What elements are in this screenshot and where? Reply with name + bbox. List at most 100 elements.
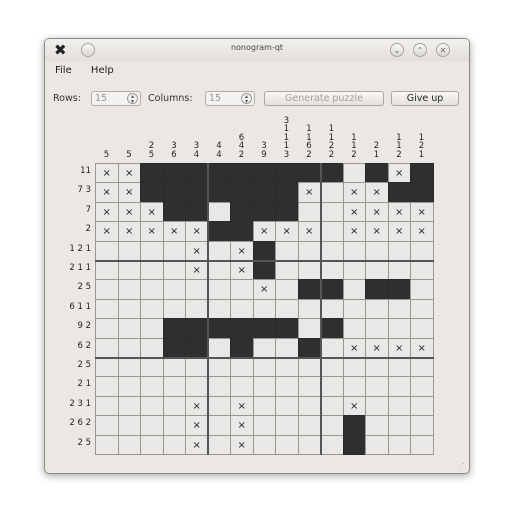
grid-cell[interactable]	[320, 182, 344, 203]
grid-cell[interactable]	[365, 376, 389, 397]
grid-cell[interactable]	[207, 395, 231, 417]
grid-cell[interactable]	[162, 201, 186, 223]
grid-cell[interactable]	[252, 318, 276, 339]
grid-cell[interactable]	[230, 318, 254, 339]
grid-cell[interactable]	[207, 221, 231, 242]
grid-cell[interactable]	[117, 376, 141, 397]
grid-cell[interactable]	[342, 434, 366, 455]
grid-cell[interactable]	[162, 298, 186, 320]
grid-cell[interactable]	[140, 318, 164, 339]
grid-cell[interactable]	[95, 337, 119, 358]
grid-cell[interactable]	[410, 240, 434, 261]
grid-cell[interactable]	[252, 357, 276, 378]
grid-cell[interactable]: ×	[185, 395, 209, 417]
grid-cell[interactable]	[320, 337, 344, 358]
grid-cell[interactable]	[252, 201, 276, 223]
grid-cell[interactable]	[95, 376, 119, 397]
close-button[interactable]: ✕	[436, 43, 450, 57]
grid-cell[interactable]	[162, 279, 186, 300]
grid-cell[interactable]	[320, 395, 344, 417]
spin-arrows-icon[interactable]: ▴ ▾	[127, 93, 138, 105]
grid-cell[interactable]	[252, 182, 276, 203]
grid-cell[interactable]	[297, 357, 321, 378]
grid-cell[interactable]	[410, 357, 434, 378]
title-bar[interactable]: ✖ nonogram-qt ⌄ ⌃ ✕	[45, 39, 469, 61]
minimize-button[interactable]: ⌄	[390, 43, 404, 57]
grid-cell[interactable]: ×	[297, 221, 321, 242]
grid-cell[interactable]	[117, 395, 141, 417]
grid-cell[interactable]	[140, 395, 164, 417]
grid-cell[interactable]	[410, 163, 434, 184]
grid-cell[interactable]	[387, 434, 411, 455]
grid-cell[interactable]	[95, 318, 119, 339]
grid-cell[interactable]	[320, 318, 344, 339]
grid-cell[interactable]	[162, 395, 186, 417]
grid-cell[interactable]	[185, 279, 209, 300]
grid-cell[interactable]	[275, 182, 299, 203]
grid-cell[interactable]	[95, 260, 119, 281]
grid-cell[interactable]	[275, 415, 299, 436]
grid-cell[interactable]	[230, 298, 254, 320]
grid-cell[interactable]	[95, 298, 119, 320]
grid-cell[interactable]: ×	[387, 221, 411, 242]
grid-cell[interactable]	[185, 298, 209, 320]
grid-cell[interactable]	[410, 415, 434, 436]
grid-cell[interactable]: ×	[230, 434, 254, 455]
grid-cell[interactable]	[162, 318, 186, 339]
grid-cell[interactable]: ×	[410, 221, 434, 242]
grid-cell[interactable]	[230, 357, 254, 378]
grid-cell[interactable]: ×	[342, 201, 366, 223]
grid-cell[interactable]	[140, 240, 164, 261]
grid-cell[interactable]: ×	[365, 182, 389, 203]
grid-cell[interactable]	[342, 260, 366, 281]
grid-cell[interactable]	[117, 415, 141, 436]
grid-cell[interactable]: ×	[342, 337, 366, 358]
grid-cell[interactable]	[365, 260, 389, 281]
grid-cell[interactable]	[387, 376, 411, 397]
grid-cell[interactable]: ×	[117, 182, 141, 203]
grid-cell[interactable]	[320, 298, 344, 320]
grid-cell[interactable]	[387, 415, 411, 436]
generate-puzzle-button[interactable]: Generate puzzle	[264, 91, 384, 106]
grid-cell[interactable]: ×	[410, 201, 434, 223]
grid-cell[interactable]	[320, 415, 344, 436]
grid-cell[interactable]: ×	[410, 337, 434, 358]
grid-cell[interactable]: ×	[365, 201, 389, 223]
grid-cell[interactable]	[140, 279, 164, 300]
grid-cell[interactable]	[275, 376, 299, 397]
rows-spinbox[interactable]: 15 ▴ ▾	[91, 91, 141, 106]
grid-cell[interactable]	[140, 298, 164, 320]
grid-cell[interactable]	[140, 357, 164, 378]
grid-cell[interactable]	[207, 298, 231, 320]
grid-cell[interactable]: ×	[387, 337, 411, 358]
grid-cell[interactable]	[387, 357, 411, 378]
grid-cell[interactable]: ×	[342, 182, 366, 203]
grid-cell[interactable]	[162, 434, 186, 455]
grid-cell[interactable]	[207, 240, 231, 261]
grid-cell[interactable]	[275, 163, 299, 184]
grid-cell[interactable]	[252, 395, 276, 417]
grid-cell[interactable]	[387, 240, 411, 261]
grid-cell[interactable]: ×	[95, 201, 119, 223]
give-up-button[interactable]: Give up	[391, 91, 459, 106]
grid-cell[interactable]	[275, 298, 299, 320]
grid-cell[interactable]	[140, 182, 164, 203]
grid-cell[interactable]	[387, 395, 411, 417]
grid-cell[interactable]	[342, 376, 366, 397]
grid-cell[interactable]	[365, 279, 389, 300]
grid-cell[interactable]	[252, 434, 276, 455]
grid-cell[interactable]	[207, 357, 231, 378]
grid-cell[interactable]	[297, 434, 321, 455]
grid-cell[interactable]	[207, 201, 231, 223]
grid-cell[interactable]	[410, 279, 434, 300]
grid-cell[interactable]	[387, 260, 411, 281]
grid-cell[interactable]: ×	[387, 201, 411, 223]
grid-cell[interactable]	[117, 279, 141, 300]
grid-cell[interactable]: ×	[185, 221, 209, 242]
grid-cell[interactable]	[162, 357, 186, 378]
grid-cell[interactable]	[297, 298, 321, 320]
grid-cell[interactable]	[95, 434, 119, 455]
grid-cell[interactable]	[95, 395, 119, 417]
grid-cell[interactable]: ×	[230, 240, 254, 261]
grid-cell[interactable]: ×	[95, 163, 119, 184]
